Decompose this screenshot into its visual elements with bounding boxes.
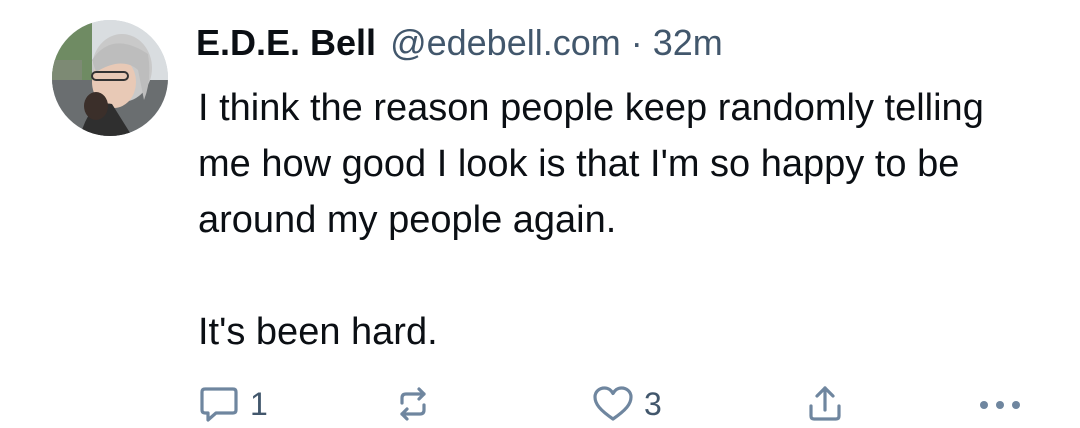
author-name[interactable]: E.D.E. Bell bbox=[196, 20, 376, 66]
post-body: I think the reason people keep randomly … bbox=[198, 80, 1038, 360]
reply-count: 1 bbox=[250, 385, 268, 422]
reply-button[interactable]: 1 bbox=[196, 378, 268, 428]
repost-button[interactable] bbox=[390, 378, 444, 428]
avatar[interactable] bbox=[52, 20, 168, 136]
more-options-button[interactable] bbox=[974, 378, 1026, 428]
share-button[interactable] bbox=[802, 378, 848, 428]
post-paragraph: It's been hard. bbox=[198, 311, 438, 353]
separator-dot: · bbox=[630, 22, 643, 63]
post-paragraph: I think the reason people keep randomly … bbox=[198, 87, 984, 241]
post-header: E.D.E. Bell @edebell.com · 32m bbox=[196, 20, 723, 66]
heart-icon bbox=[593, 386, 633, 421]
post: E.D.E. Bell @edebell.com · 32m I think t… bbox=[0, 0, 1080, 428]
share-icon bbox=[809, 386, 841, 421]
repost-icon bbox=[400, 387, 426, 421]
like-count: 3 bbox=[644, 385, 662, 422]
reply-icon bbox=[200, 387, 238, 422]
more-options-icon bbox=[980, 401, 1020, 409]
avatar-photo bbox=[52, 20, 168, 136]
like-button[interactable]: 3 bbox=[590, 378, 662, 428]
author-handle[interactable]: @edebell.com bbox=[390, 20, 621, 66]
post-actions: 1 3 bbox=[0, 378, 1080, 428]
post-timestamp[interactable]: 32m bbox=[653, 20, 723, 66]
